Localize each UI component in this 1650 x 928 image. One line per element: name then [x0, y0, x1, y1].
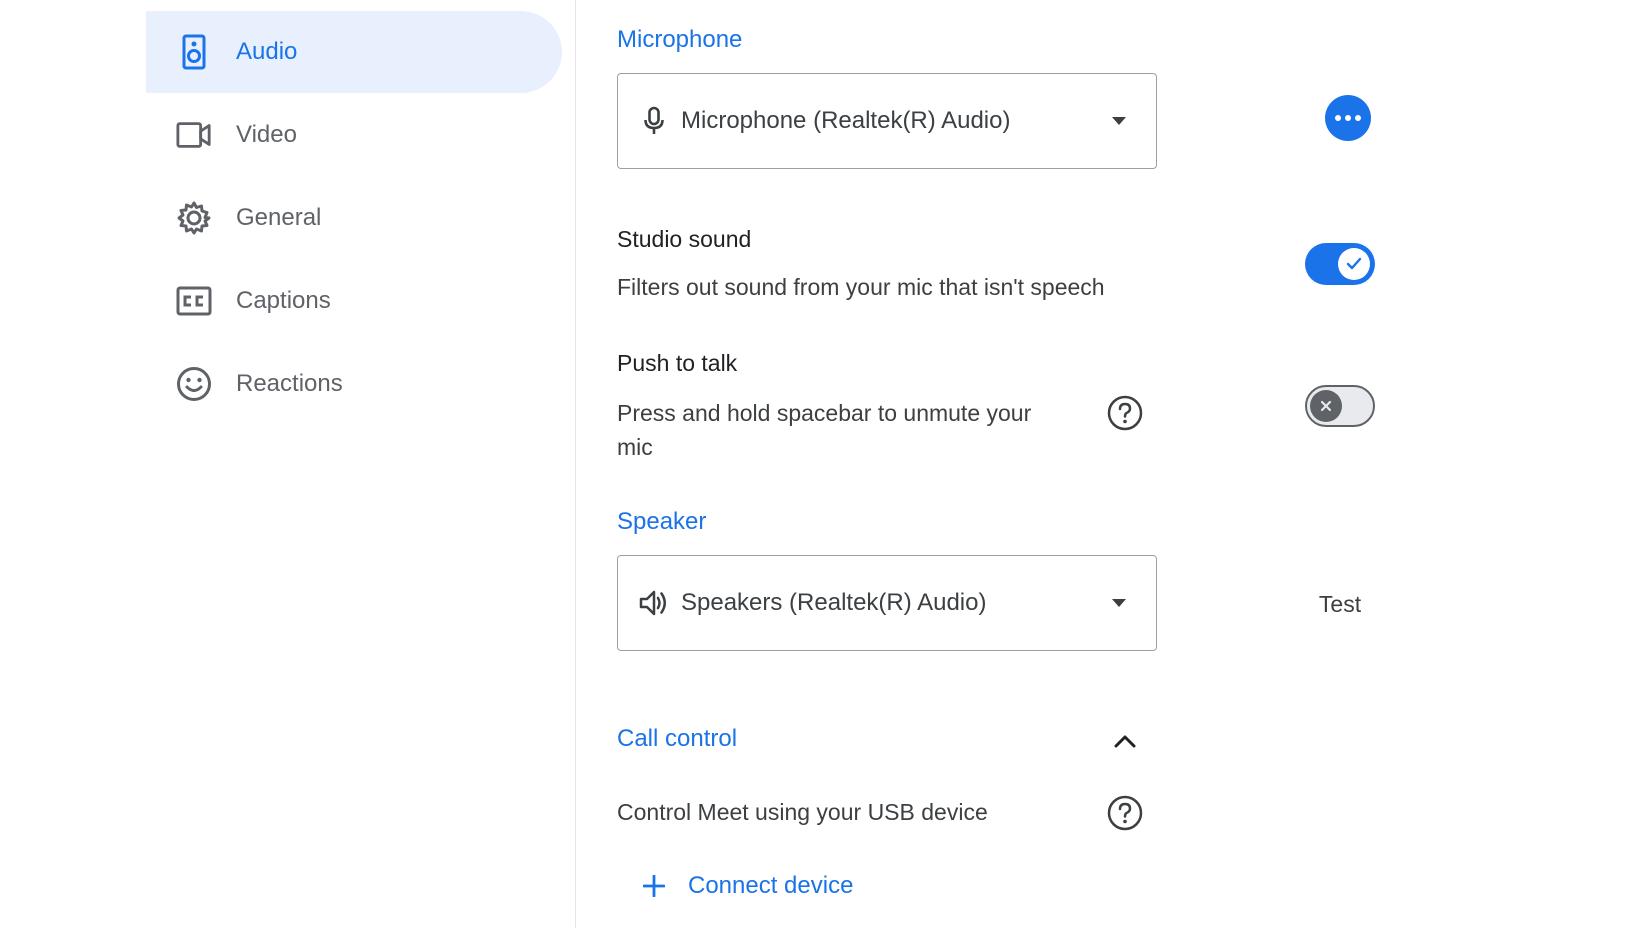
speaker-selected-value: Speakers (Realtek(R) Audio): [681, 589, 987, 616]
sidebar-item-audio[interactable]: Audio: [146, 11, 562, 93]
speaker-test-button[interactable]: Test: [1305, 584, 1375, 624]
sidebar-item-video[interactable]: Video: [146, 94, 562, 176]
dropdown-arrow-icon: [1112, 114, 1126, 128]
call-control-description: Control Meet using your USB device: [617, 799, 988, 825]
smiley-icon: [176, 366, 212, 402]
microphone-select[interactable]: Microphone (Realtek(R) Audio): [617, 73, 1157, 169]
video-camera-icon: [176, 117, 212, 153]
microphone-section-title: Microphone: [617, 26, 743, 53]
check-icon: [1338, 248, 1370, 280]
microphone-more-button[interactable]: [1325, 95, 1371, 141]
sidebar-item-label: General: [236, 204, 322, 231]
more-horizontal-icon: [1335, 115, 1361, 121]
call-control-help-icon[interactable]: [1107, 795, 1143, 831]
speaker-icon: [176, 34, 212, 70]
call-control-section-title: Call control: [617, 725, 738, 752]
sidebar-item-captions[interactable]: Captions: [146, 260, 562, 342]
push-to-talk-title: Push to talk: [617, 350, 738, 376]
settings-sidebar: Audio Video General Captions Reactions: [0, 0, 576, 928]
push-to-talk-help-icon[interactable]: [1107, 395, 1143, 431]
connect-device-button[interactable]: Connect device: [640, 866, 853, 906]
speaker-select[interactable]: Speakers (Realtek(R) Audio): [617, 555, 1157, 651]
studio-sound-description: Filters out sound from your mic that isn…: [617, 274, 1105, 300]
sidebar-item-label: Audio: [236, 38, 298, 65]
push-to-talk-toggle[interactable]: [1305, 385, 1375, 427]
sidebar-item-label: Reactions: [236, 370, 343, 397]
connect-device-label: Connect device: [688, 872, 854, 899]
dropdown-arrow-icon: [1112, 596, 1126, 610]
sidebar-item-label: Video: [236, 121, 297, 148]
gear-icon: [176, 200, 212, 236]
sidebar-item-label: Captions: [236, 287, 331, 314]
microphone-icon: [638, 105, 670, 137]
sidebar-item-reactions[interactable]: Reactions: [146, 343, 562, 425]
push-to-talk-description: Press and hold spacebar to unmute your: [617, 400, 1032, 426]
plus-icon: [640, 872, 668, 900]
push-to-talk-description-line2: mic: [617, 434, 653, 460]
chevron-up-icon[interactable]: [1109, 726, 1141, 758]
volume-icon: [638, 587, 670, 619]
studio-sound-toggle[interactable]: [1305, 243, 1375, 285]
studio-sound-title: Studio sound: [617, 226, 752, 252]
closed-captions-icon: [176, 283, 212, 319]
close-icon: [1310, 390, 1342, 422]
sidebar-item-general[interactable]: General: [146, 177, 562, 259]
speaker-section-title: Speaker: [617, 508, 707, 535]
microphone-selected-value: Microphone (Realtek(R) Audio): [681, 107, 1011, 134]
